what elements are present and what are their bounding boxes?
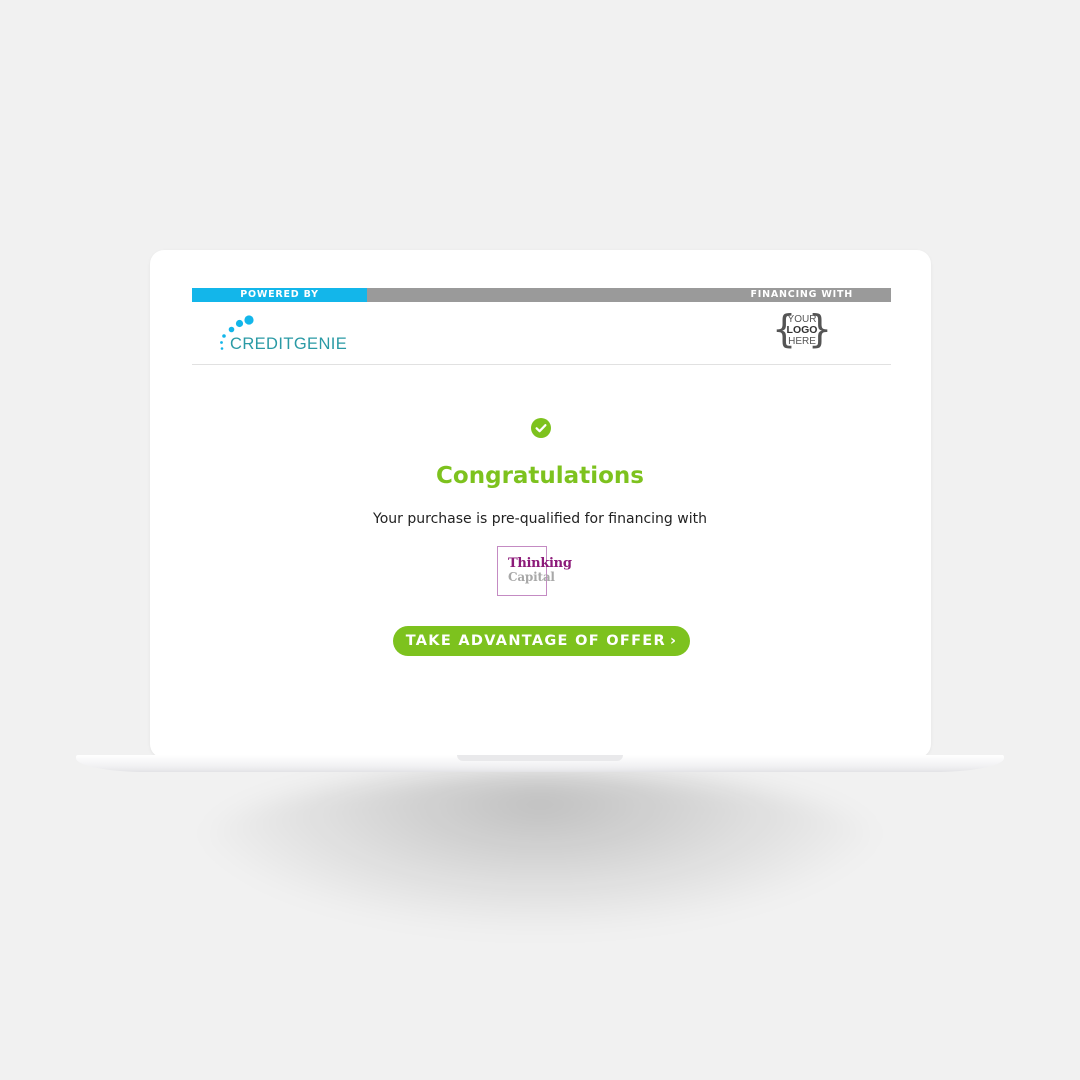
powered-by-label: POWERED BY [192,288,367,302]
take-advantage-of-offer-button[interactable]: TAKE ADVANTAGE OF OFFER › [393,626,690,656]
check-circle-icon [531,418,551,438]
right-brace-icon: } [807,307,832,351]
lender-logo: Thinking Capital [497,546,572,596]
header-divider [192,364,891,365]
laptop-notch [457,755,623,761]
laptop-shadow [190,772,890,932]
lender-logo-line-1: Thinking [508,556,572,571]
partner-logo-placeholder: { YOUR LOGO HERE } [772,307,832,352]
creditgenie-wordmark: CREDITGENIE [230,335,348,353]
chevron-right-icon: › [669,633,678,649]
financing-with-label: FINANCING WITH [750,289,853,300]
header-strip: POWERED BY FINANCING WITH [192,288,891,302]
prequalified-message: Your purchase is pre-qualified for finan… [373,511,707,527]
cta-label: TAKE ADVANTAGE OF OFFER [405,633,666,649]
creditgenie-logo: CREDITGENIE [218,314,348,354]
lender-logo-line-2: Capital [508,570,555,584]
page-title: Congratulations [436,463,644,489]
